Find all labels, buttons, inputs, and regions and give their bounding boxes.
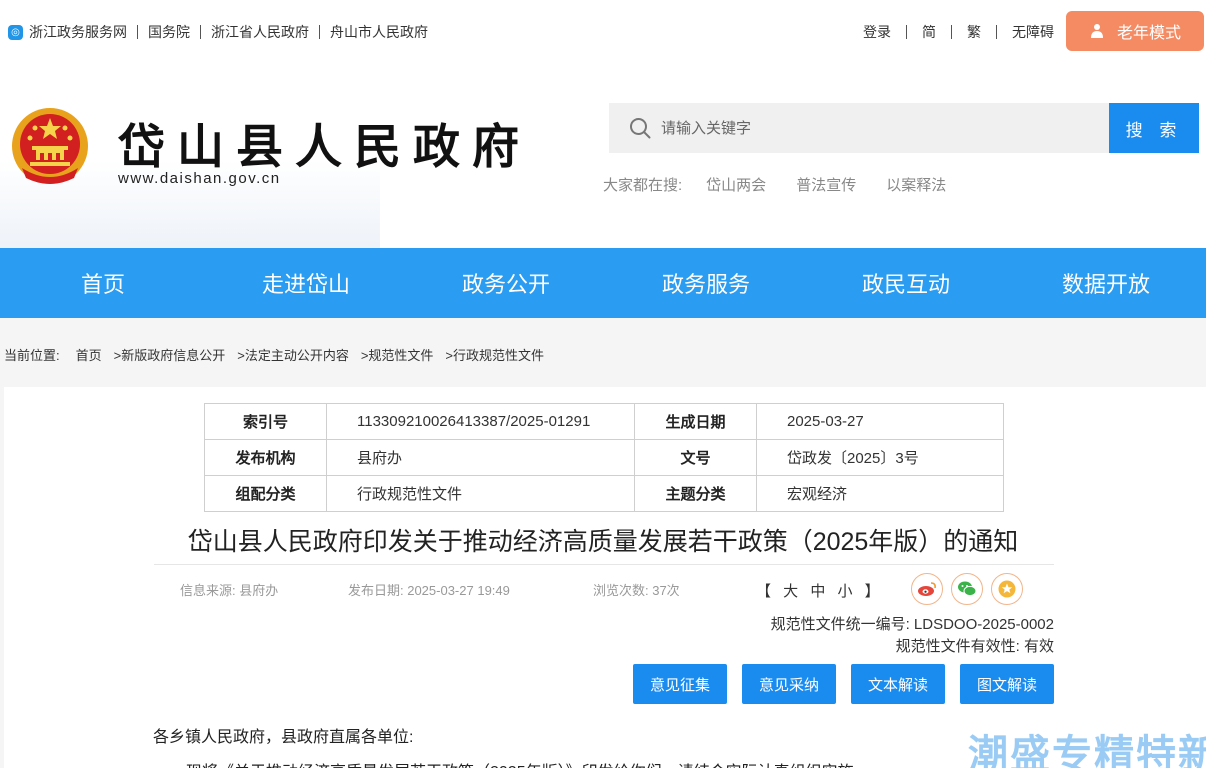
info-views: 浏览次数: 37次	[593, 583, 680, 598]
meta-value: 行政规范性文件	[326, 475, 635, 512]
article-salutation: 各乡镇人民政府，县政府直属各单位:	[153, 729, 414, 746]
meta-key: 主题分类	[634, 475, 757, 512]
norm-document-info: 规范性文件统一编号: LDSDOO-2025-0002 规范性文件有效性: 有效	[771, 614, 1054, 658]
divider	[951, 25, 952, 39]
meta-value: 县府办	[326, 439, 635, 476]
search-input[interactable]	[661, 119, 1061, 137]
meta-value: 岱政发〔2025〕3号	[756, 439, 1004, 476]
breadcrumb-label: 当前位置:	[4, 348, 60, 363]
top-links: ◎ 浙江政务服务网 国务院 浙江省人民政府 舟山市人民政府	[8, 22, 428, 42]
breadcrumb-item[interactable]: >法定主动公开内容	[237, 345, 349, 364]
wechat-icon	[958, 581, 977, 597]
link-zhejiang-gov[interactable]: 浙江省人民政府	[211, 22, 309, 42]
norm-document-validity: 规范性文件有效性: 有效	[895, 638, 1054, 655]
table-row: 索引号 113309210026413387/2025-01291 生成日期 2…	[204, 403, 1004, 440]
divider	[996, 25, 997, 39]
breadcrumb-item[interactable]: >规范性文件	[361, 345, 434, 364]
hot-searches: 大家都在搜: 岱山两会 普法宣传 以案释法	[603, 174, 976, 195]
top-right-links: 登录 简 繁 无障碍	[863, 22, 1054, 42]
breadcrumb-item[interactable]: 首页	[76, 345, 102, 364]
meta-value: 113309210026413387/2025-01291	[326, 403, 635, 440]
info-source: 信息来源: 县府办	[180, 583, 279, 598]
opinion-adoption-button[interactable]: 意见采纳	[742, 664, 836, 704]
search-box	[609, 103, 1109, 153]
article-paragraph: 现将《关于推动经济高质量发展若干政策（2025年版）》印发给你们，请结合实际认真…	[186, 758, 870, 768]
nav-government-affairs[interactable]: 政务公开	[406, 267, 606, 299]
main-nav: 首页 走进岱山 政务公开 政务服务 政民互动 数据开放	[0, 248, 1206, 318]
norm-document-code: 规范性文件统一编号: LDSDOO-2025-0002	[770, 616, 1054, 633]
weibo-icon	[918, 582, 936, 596]
favorite-share-icon[interactable]	[991, 573, 1023, 605]
link-state-council[interactable]: 国务院	[148, 22, 190, 42]
info-date: 发布日期: 2025-03-27 19:49	[348, 583, 510, 598]
site-title: 岱山县人民政府	[118, 122, 531, 174]
text-interpretation-button[interactable]: 文本解读	[851, 664, 945, 704]
link-zhejiang-service[interactable]: 浙江政务服务网	[29, 22, 127, 42]
meta-key: 索引号	[204, 403, 327, 440]
divider	[906, 25, 907, 39]
divider	[154, 564, 1054, 565]
zhejiang-service-icon: ◎	[8, 24, 23, 40]
hot-search-link[interactable]: 普法宣传	[796, 174, 856, 195]
simplified-link[interactable]: 简	[922, 22, 936, 42]
meta-key: 文号	[634, 439, 757, 476]
meta-key: 发布机构	[204, 439, 327, 476]
breadcrumb-item[interactable]: >新版政府信息公开	[114, 345, 226, 364]
elder-mode-button[interactable]: 老年模式	[1066, 11, 1204, 51]
traditional-link[interactable]: 繁	[967, 22, 981, 42]
elder-mode-label: 老年模式	[1116, 25, 1181, 42]
font-size-switcher[interactable]: 【 大 中 小 】	[756, 580, 884, 601]
search-icon	[630, 118, 651, 139]
hot-search-link[interactable]: 岱山两会	[706, 174, 766, 195]
meta-value: 宏观经济	[756, 475, 1004, 512]
nav-about-daishan[interactable]: 走进岱山	[206, 267, 406, 299]
elder-person-icon	[1090, 24, 1103, 38]
login-link[interactable]: 登录	[863, 22, 891, 42]
site-url: www.daishan.gov.cn	[118, 170, 281, 187]
top-bar: ◎ 浙江政务服务网 国务院 浙江省人民政府 舟山市人民政府 登录 简 繁 无障碍…	[0, 0, 1206, 64]
divider	[200, 25, 201, 39]
graphic-interpretation-button[interactable]: 图文解读	[960, 664, 1054, 704]
star-icon	[998, 580, 1016, 598]
hot-search-label: 大家都在搜:	[603, 177, 683, 194]
accessibility-link[interactable]: 无障碍	[1012, 22, 1054, 42]
meta-key: 组配分类	[204, 475, 327, 512]
site-header: 岱山县人民政府 www.daishan.gov.cn 搜 索 大家都在搜: 岱山…	[0, 64, 1206, 250]
opinion-collection-button[interactable]: 意见征集	[633, 664, 727, 704]
table-row: 发布机构 县府办 文号 岱政发〔2025〕3号	[204, 439, 1004, 476]
search-bar: 搜 索	[609, 103, 1199, 153]
meta-key: 生成日期	[634, 403, 757, 440]
document-meta-table: 索引号 113309210026413387/2025-01291 生成日期 2…	[204, 403, 1004, 512]
watermark-text: 潮盛专精特新	[968, 733, 1206, 768]
table-row: 组配分类 行政规范性文件 主题分类 宏观经济	[204, 475, 1004, 512]
national-emblem-icon[interactable]	[10, 106, 90, 188]
link-zhoushan-gov[interactable]: 舟山市人民政府	[330, 22, 428, 42]
divider	[137, 25, 138, 39]
weibo-share-icon[interactable]	[911, 573, 943, 605]
nav-open-data[interactable]: 数据开放	[1006, 267, 1206, 299]
meta-value: 2025-03-27	[756, 403, 1004, 440]
article-title: 岱山县人民政府印发关于推动经济高质量发展若干政策（2025年版）的通知	[187, 528, 1019, 556]
hot-search-link[interactable]: 以案释法	[886, 174, 946, 195]
article-action-buttons: 意见征集 意见采纳 文本解读 图文解读	[633, 664, 1054, 704]
breadcrumb: 当前位置: 首页 >新版政府信息公开 >法定主动公开内容 >规范性文件 >行政规…	[4, 345, 556, 364]
nav-government-services[interactable]: 政务服务	[606, 267, 806, 299]
search-button[interactable]: 搜 索	[1109, 103, 1199, 153]
wechat-share-icon[interactable]	[951, 573, 983, 605]
nav-interaction[interactable]: 政民互动	[806, 267, 1006, 299]
nav-home[interactable]: 首页	[0, 267, 206, 299]
breadcrumb-item[interactable]: >行政规范性文件	[445, 345, 544, 364]
divider	[319, 25, 320, 39]
